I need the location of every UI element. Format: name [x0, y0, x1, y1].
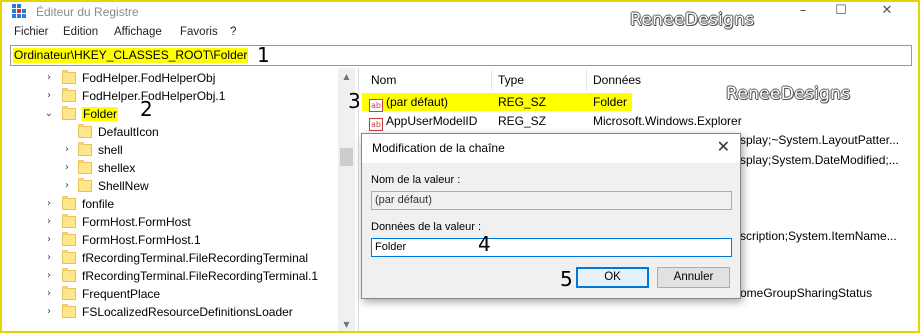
registry-editor-window: Éditeur du Registre – ☐ ✕ ReneeDesigns F…: [0, 0, 920, 333]
menu-favoris[interactable]: Favoris: [180, 26, 218, 38]
menu-affichage[interactable]: Affichage: [114, 26, 162, 38]
ok-button[interactable]: OK: [576, 267, 649, 288]
menu-edition[interactable]: Edition: [63, 26, 98, 38]
tree-item-label: FormHost.FormHost.1: [82, 233, 201, 247]
value-type: REG_SZ: [498, 114, 547, 128]
folder-icon: [62, 106, 76, 120]
column-header-type[interactable]: Type: [498, 70, 524, 90]
folder-icon: [62, 250, 76, 264]
scroll-up-arrow-icon[interactable]: ▲: [338, 68, 355, 85]
tree-item-label: FSLocalizedResourceDefinitionsLoader: [82, 305, 293, 319]
folder-icon: [62, 304, 76, 318]
column-header-name[interactable]: Nom: [371, 70, 396, 90]
tree-item-label: fRecordingTerminal.FileRecordingTerminal…: [82, 269, 319, 283]
chevron-right-icon[interactable]: ›: [44, 69, 54, 87]
folder-icon: [62, 196, 76, 210]
dialog-body: Nom de la valeur : (par défaut) Données …: [362, 163, 740, 298]
watermark: ReneeDesigns: [726, 84, 851, 104]
value-data-input[interactable]: Folder: [371, 238, 732, 257]
string-value-icon: ab: [369, 118, 383, 131]
tree-item-label: FodHelper.FodHelperObj: [82, 71, 216, 85]
value-data-partial: splay;~System.LayoutPatter...: [740, 133, 900, 147]
maximize-button[interactable]: ☐: [818, 2, 864, 22]
value-row-selected[interactable]: ab (par défaut) REG_SZ Folder: [362, 93, 632, 112]
watermark: ReneeDesigns: [630, 10, 755, 30]
value-data-partial: scription;System.ItemName...: [740, 229, 897, 243]
folder-icon: [78, 160, 92, 174]
chevron-right-icon[interactable]: ›: [44, 303, 54, 321]
tree-item-label: fonfile: [82, 197, 115, 211]
folder-icon: [78, 178, 92, 192]
annotation-number: 4: [478, 232, 491, 256]
edit-string-dialog: Modification de la chaîne ✕ Nom de la va…: [361, 133, 741, 299]
annotation-number: 3: [348, 89, 361, 113]
tree-item-label: FormHost.FormHost: [82, 215, 191, 229]
address-path: Ordinateur\HKEY_CLASSES_ROOT\Folder: [13, 48, 249, 63]
value-type: REG_SZ: [498, 95, 547, 109]
value-data-partial: splay;System.DateModified;...: [740, 153, 899, 167]
folder-icon: [62, 70, 76, 84]
address-bar[interactable]: Ordinateur\HKEY_CLASSES_ROOT\Folder: [10, 45, 912, 66]
dialog-close-icon[interactable]: ✕: [717, 137, 730, 156]
value-data-label: Données de la valeur :: [371, 221, 482, 233]
column-header-data[interactable]: Données: [593, 70, 641, 90]
chevron-right-icon[interactable]: ›: [62, 159, 72, 177]
value-data: Folder: [593, 95, 628, 109]
chevron-right-icon[interactable]: ›: [44, 213, 54, 231]
tree-item-label: FodHelper.FodHelperObj.1: [82, 89, 226, 103]
tree-item-label: DefaultIcon: [98, 125, 159, 139]
menu-help[interactable]: ?: [230, 26, 236, 38]
tree-item-label: shellex: [98, 161, 136, 175]
menu-fichier[interactable]: Fichier: [14, 26, 49, 38]
folder-icon: [62, 214, 76, 228]
annotation-number: 5: [560, 267, 573, 291]
tree-item-label: Folder: [82, 107, 119, 121]
key-tree: › FodHelper.FodHelperObj › FodHelper.Fod…: [10, 68, 359, 331]
registry-editor-icon: [12, 4, 26, 18]
value-row[interactable]: ab AppUserModelID REG_SZ Microsoft.Window…: [362, 112, 918, 131]
folder-icon: [62, 286, 76, 300]
chevron-right-icon[interactable]: ›: [62, 177, 72, 195]
column-divider[interactable]: [586, 70, 587, 90]
cancel-button[interactable]: Annuler: [657, 267, 730, 288]
string-value-icon: ab: [369, 99, 383, 112]
value-name-label: Nom de la valeur :: [371, 174, 461, 186]
chevron-right-icon[interactable]: ›: [44, 285, 54, 303]
tree-item-label: FrequentPlace: [82, 287, 161, 301]
chevron-right-icon[interactable]: ›: [44, 231, 54, 249]
chevron-right-icon[interactable]: ›: [44, 249, 54, 267]
tree-item-label: ShellNew: [98, 179, 149, 193]
title-bar: Éditeur du Registre – ☐ ✕: [2, 2, 918, 22]
folder-icon: [78, 124, 92, 138]
tree-item-label: shell: [98, 143, 123, 157]
folder-icon: [62, 232, 76, 246]
annotation-number: 2: [140, 97, 153, 121]
scroll-thumb[interactable]: [340, 148, 353, 166]
value-name-field: (par défaut): [371, 191, 732, 210]
chevron-right-icon[interactable]: ›: [62, 141, 72, 159]
value-data-partial: omeGroupSharingStatus: [740, 286, 873, 300]
value-name: (par défaut): [386, 95, 449, 109]
annotation-number: 1: [257, 43, 270, 67]
chevron-down-icon[interactable]: ⌄: [44, 105, 54, 123]
folder-icon: [62, 88, 76, 102]
window-title: Éditeur du Registre: [36, 5, 139, 19]
tree-item-label: fRecordingTerminal.FileRecordingTerminal: [82, 251, 309, 265]
chevron-right-icon[interactable]: ›: [44, 267, 54, 285]
chevron-right-icon[interactable]: ›: [44, 87, 54, 105]
dialog-title: Modification de la chaîne: [372, 141, 505, 155]
value-data: Microsoft.Windows.Explorer: [593, 114, 742, 128]
value-name: AppUserModelID: [386, 114, 478, 128]
chevron-right-icon[interactable]: ›: [44, 195, 54, 213]
scroll-down-arrow-icon[interactable]: ▼: [338, 316, 355, 331]
folder-icon: [78, 142, 92, 156]
column-divider[interactable]: [491, 70, 492, 90]
folder-icon: [62, 268, 76, 282]
close-window-button[interactable]: ✕: [864, 2, 910, 22]
